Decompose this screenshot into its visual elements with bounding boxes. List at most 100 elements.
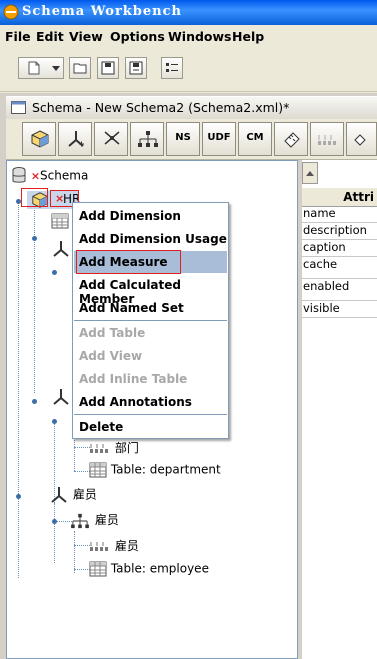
- hierarchy-icon: [71, 513, 89, 528]
- tree-guide-line: [74, 471, 90, 472]
- save-as-icon: [129, 61, 143, 75]
- add-property-button[interactable]: [346, 122, 377, 156]
- add-hierarchy-button[interactable]: [130, 122, 164, 156]
- app-icon: [3, 4, 19, 20]
- floppy-disk-icon: [101, 61, 115, 75]
- tree-label-level: 雇员: [114, 539, 139, 553]
- tree-expand-handle[interactable]: [52, 519, 57, 524]
- dimension-icon: [68, 131, 84, 147]
- tree-expand-handle[interactable]: [32, 399, 37, 404]
- open-button[interactable]: [69, 57, 91, 79]
- save-button[interactable]: [97, 57, 119, 79]
- dimension-icon: [53, 389, 69, 405]
- property-name: cache: [303, 257, 338, 271]
- tree-label-table: Table: department: [110, 462, 221, 477]
- menu-item-delete[interactable]: Delete: [74, 416, 227, 438]
- menu-options[interactable]: Options: [110, 29, 165, 44]
- table-icon: [89, 462, 107, 478]
- tree-node-level-dept[interactable]: 部门: [89, 439, 139, 456]
- level-icon: [90, 443, 108, 453]
- window-title: Schema Workbench: [22, 4, 182, 19]
- properties-tab[interactable]: [302, 162, 318, 184]
- add-dimension-usage-button[interactable]: [94, 122, 128, 156]
- tree-node-schema[interactable]: ×Schema: [11, 167, 88, 185]
- dimension-icon: [51, 487, 67, 503]
- property-row[interactable]: description: [302, 223, 377, 240]
- ruler-icon: [284, 132, 300, 148]
- tree-label-level: 部门: [114, 441, 139, 455]
- property-row[interactable]: name: [302, 206, 377, 223]
- level-icon: [90, 541, 108, 551]
- attribute-column-header: Attri: [343, 190, 374, 204]
- list-icon: [166, 63, 178, 72]
- tree-label-schema: Schema: [40, 168, 89, 183]
- add-cube-button[interactable]: [22, 122, 56, 156]
- property-name: enabled: [303, 279, 350, 293]
- tree-label-hierarchy: 雇员: [94, 513, 119, 527]
- named-set-label: NS: [175, 132, 191, 143]
- tree-expand-handle[interactable]: [52, 419, 57, 424]
- menu-bar: File Edit View Options Windows Help: [0, 25, 377, 47]
- tree-guide-line: [18, 201, 19, 578]
- menu-separator: [74, 320, 227, 321]
- calculated-member-label: CM: [246, 132, 264, 143]
- menu-help[interactable]: Help: [232, 29, 264, 44]
- preferences-button[interactable]: [161, 57, 183, 79]
- menu-item-add-dimension[interactable]: Add Dimension: [74, 205, 227, 227]
- tree-guide-line: [74, 447, 90, 448]
- tree-node-hierarchy-employee[interactable]: 雇员: [69, 511, 119, 529]
- menu-item-add-table: Add Table: [79, 326, 146, 340]
- tree-expand-handle[interactable]: [32, 236, 37, 241]
- menu-item-add-annotations[interactable]: Add Annotations: [74, 391, 227, 413]
- property-row[interactable]: visible: [302, 301, 377, 318]
- property-name: name: [303, 206, 336, 220]
- properties-header: Attri: [302, 188, 377, 207]
- add-measure-button[interactable]: [274, 122, 308, 156]
- menu-item-add-inline-table: Add Inline Table: [79, 372, 188, 386]
- cube-icon: [31, 130, 49, 148]
- new-document-icon: [28, 61, 40, 75]
- tree-node-level-employee[interactable]: 雇员: [89, 537, 139, 554]
- database-icon: [12, 167, 26, 183]
- property-row[interactable]: cache: [302, 257, 377, 279]
- window-titlebar: Schema Workbench: [0, 0, 377, 25]
- menu-windows[interactable]: Windows: [168, 29, 232, 44]
- document-window-icon: [11, 101, 26, 114]
- context-menu: Add Dimension Add Dimension Usage Add Me…: [72, 202, 229, 439]
- property-row[interactable]: enabled: [302, 279, 377, 301]
- menu-item-add-dimension-usage[interactable]: Add Dimension Usage: [74, 228, 227, 250]
- tree-guide-line: [74, 569, 90, 570]
- tree-guide-line: [74, 545, 90, 546]
- add-named-set-button[interactable]: NS: [166, 122, 200, 156]
- menu-edit[interactable]: Edit: [36, 29, 64, 44]
- menu-item-add-named-set[interactable]: Add Named Set: [74, 297, 227, 319]
- document-title: Schema - New Schema2 (Schema2.xml)*: [32, 100, 290, 115]
- tree-expand-handle[interactable]: [52, 270, 57, 275]
- menu-separator: [74, 414, 227, 415]
- annotation-box-add-measure: [76, 250, 181, 274]
- table-icon: [89, 561, 107, 577]
- add-udf-button[interactable]: UDF: [202, 122, 236, 156]
- tree-guide-line: [74, 531, 75, 573]
- property-row[interactable]: caption: [302, 240, 377, 257]
- save-as-button[interactable]: [125, 57, 147, 79]
- menu-item-add-calculated-member[interactable]: Add Calculated Member: [74, 274, 227, 306]
- property-name: caption: [303, 240, 346, 254]
- tree-node-table-department[interactable]: Table: department: [89, 462, 221, 478]
- annotation-box-cube-icon: [21, 188, 48, 207]
- tree-node-table-employee[interactable]: Table: employee: [89, 561, 209, 577]
- property-name: visible: [303, 301, 340, 315]
- add-calculated-member-button[interactable]: CM: [238, 122, 272, 156]
- main-toolbar: [0, 47, 377, 92]
- menu-file[interactable]: File: [5, 29, 31, 44]
- dimension-icon: [53, 241, 69, 257]
- add-dimension-button[interactable]: [58, 122, 92, 156]
- tree-expand-handle[interactable]: [16, 494, 21, 499]
- menu-view[interactable]: View: [69, 29, 103, 44]
- property-name: description: [303, 223, 367, 237]
- new-schema-dropdown[interactable]: [18, 57, 64, 79]
- table-icon: [51, 213, 69, 229]
- schema-toolbar: NS UDF CM: [6, 119, 377, 160]
- tree-node-dimension-employee[interactable]: 雇员: [49, 485, 97, 505]
- add-level-button[interactable]: [310, 122, 344, 156]
